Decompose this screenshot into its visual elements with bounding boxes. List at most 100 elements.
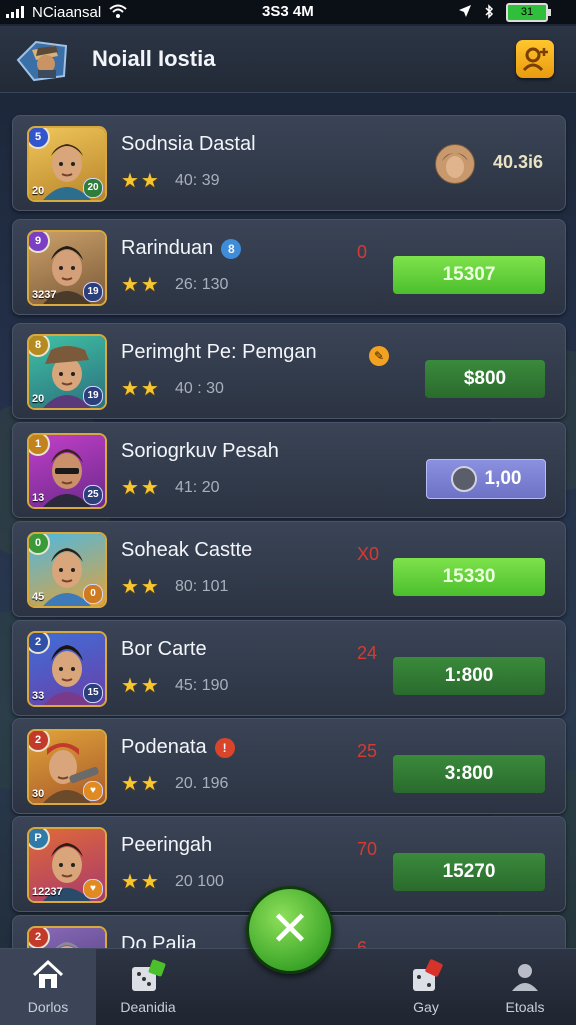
player-score: 80: 101 [175, 578, 229, 595]
player-row[interactable]: 5 20 20 Sodnsia Dastal ★★ 40: 39 40.3i6 [12, 115, 566, 211]
reward-value: 40.3i6 [493, 152, 544, 172]
avatar-stat-left: 30 [32, 788, 45, 800]
avatar-stat-right: 0 [83, 584, 103, 604]
bluetooth-icon [484, 3, 494, 22]
nav-item-home[interactable]: Dorlos [0, 949, 96, 1025]
player-row[interactable]: 0 45 0 Soheak Castte ★★ 80: 101 X0 15330 [12, 521, 566, 617]
avatar-stat-right: 25 [83, 485, 103, 505]
rank-change: 70 [357, 839, 378, 859]
page-title: Noiall Iostia [92, 46, 216, 71]
player-avatar: 2 33 15 [27, 631, 107, 707]
player-row[interactable]: 1 13 25 Soriogrkuv Pesah ★★ 41: 20 1,00 [12, 422, 566, 518]
avatar-stat-left: 33 [32, 690, 45, 702]
alert-icon: ! [214, 737, 235, 758]
player-row[interactable]: 8 20 19 Perimght Pe: Pemgan ✎ ★★ 40 : 30… [12, 323, 566, 419]
rank-change: 24 [357, 643, 378, 663]
close-button[interactable]: ✕ [246, 886, 334, 974]
challenge-button[interactable]: $800 [425, 360, 545, 398]
avatar-stat-left: 20 [32, 393, 45, 405]
challenge-button[interactable]: 15270 [393, 853, 545, 891]
location-icon [458, 4, 472, 21]
nav-item-profile[interactable]: Etoals [474, 949, 576, 1025]
wifi-icon [109, 4, 127, 21]
challenge-button[interactable]: 1,00 [426, 459, 546, 499]
player-name: Peeringah [121, 834, 213, 856]
rank-change: 25 [357, 741, 378, 761]
carrier-name: NCiaansal [32, 3, 102, 21]
player-row[interactable]: 9 3237 19 Rarinduan 8 ★★ 26: 130 0 15307 [12, 219, 566, 315]
challenge-button[interactable]: 3:800 [393, 755, 545, 793]
player-name: Perimght Pe: Pemgan [121, 341, 317, 363]
verified-icon: 8 [221, 238, 242, 259]
person-icon [512, 964, 538, 991]
player-avatar: P 12237 ♥ [27, 827, 107, 903]
star-rating: ★★ [121, 871, 161, 893]
player-name: Soheak Castte [121, 539, 253, 561]
player-score: 20. 196 [175, 775, 229, 792]
star-rating: ★★ [121, 477, 161, 499]
gift-box-icon [413, 959, 443, 991]
player-avatar: 9 3237 19 [27, 230, 107, 306]
nav-item-dice[interactable]: Deanidia [96, 949, 200, 1025]
avatar-stat-right: 15 [83, 683, 103, 703]
clock: 3S3 4M [262, 3, 314, 20]
close-icon: ✕ [269, 903, 311, 956]
shield-icon [450, 465, 477, 492]
signal-icon [6, 6, 24, 18]
nav-label: Gay [413, 999, 439, 1015]
player-score: 20 100 [175, 873, 224, 890]
edit-icon: ✎ [369, 346, 389, 366]
avatar-stat-right: ♥ [83, 879, 103, 899]
avatar-stat-left: 20 [32, 185, 45, 197]
nav-label: Etoals [505, 999, 545, 1015]
player-name: Bor Carte [121, 638, 207, 660]
player-score: 45: 190 [175, 677, 229, 694]
opponent-avatar-icon [435, 144, 475, 184]
challenge-button[interactable]: 1:800 [393, 657, 545, 695]
rank-change: X0 [357, 544, 380, 564]
star-rating: ★★ [121, 170, 161, 192]
player-name: Podenata! [121, 736, 235, 759]
player-row[interactable]: 2 30 ♥ Podenata! ★★ 20. 196 25 3:800 [12, 718, 566, 814]
nav-item-gift[interactable]: Gay [378, 949, 474, 1025]
challenge-button[interactable]: 15307 [393, 256, 545, 294]
rank-change: 0 [357, 242, 368, 262]
star-rating: ★★ [121, 675, 161, 697]
avatar-stat-right: 19 [83, 386, 103, 406]
player-avatar: 5 20 20 [27, 126, 107, 202]
avatar-stat-left: 13 [32, 492, 45, 504]
star-rating: ★★ [121, 773, 161, 795]
user-icon [522, 47, 548, 72]
game-logo-icon[interactable] [14, 36, 70, 84]
player-name: Sodnsia Dastal [121, 133, 256, 155]
player-score: 26: 130 [175, 276, 229, 293]
player-name-text: Rarinduan [121, 237, 214, 259]
battery-icon: 31 [506, 3, 551, 22]
star-rating: ★★ [121, 576, 161, 598]
home-icon [32, 959, 64, 988]
status-bar: NCiaansal 3S3 4M 31 [0, 0, 576, 24]
player-avatar: 2 30 ♥ [27, 729, 107, 805]
avatar-stat-right: ♥ [83, 781, 103, 801]
player-score: 40: 39 [175, 172, 220, 189]
avatar-stat-left: 3237 [32, 289, 57, 301]
avatar-stat-left: 45 [32, 591, 45, 603]
player-row[interactable]: 2 33 15 Bor Carte ★★ 45: 190 24 1:800 [12, 620, 566, 716]
player-name: Rarinduan 8 [121, 237, 242, 260]
challenge-button-label: 1,00 [484, 468, 522, 489]
nav-label: Deanidia [120, 999, 176, 1015]
avatar-stat-left: 12237 [32, 886, 63, 898]
avatar-stat-right: 19 [83, 282, 103, 302]
star-rating: ★★ [121, 274, 161, 296]
player-name-text: Podenata [121, 736, 207, 758]
player-score: 41: 20 [175, 479, 220, 496]
profile-button[interactable] [516, 40, 554, 78]
nav-label: Dorlos [27, 999, 69, 1015]
player-score: 40 : 30 [175, 380, 224, 397]
player-avatar: 0 45 0 [27, 532, 107, 608]
app-header: Noiall Iostia [0, 26, 576, 93]
avatar-stat-right: 20 [83, 178, 103, 198]
dice-icon [132, 959, 166, 991]
challenge-button[interactable]: 15330 [393, 558, 545, 596]
star-rating: ★★ [121, 378, 161, 400]
